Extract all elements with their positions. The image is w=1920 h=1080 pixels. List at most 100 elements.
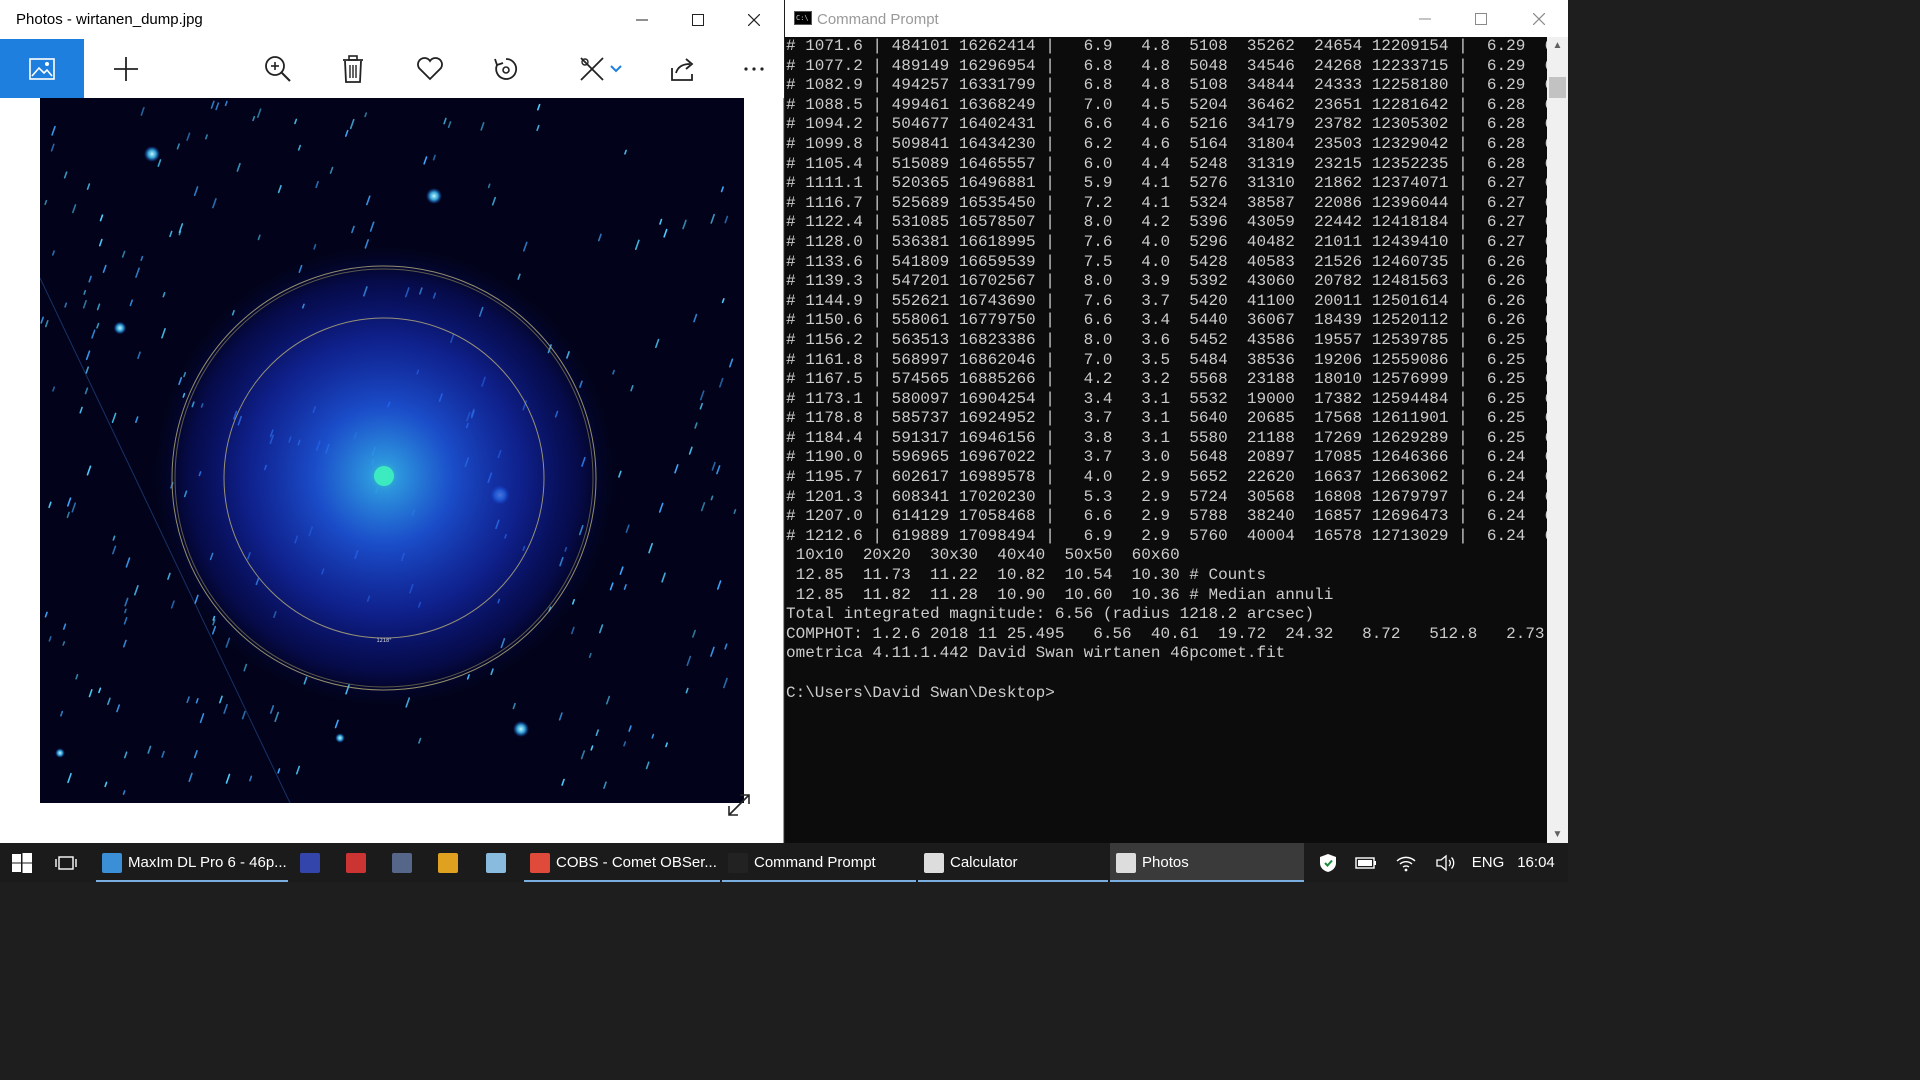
star-streak — [122, 790, 126, 795]
console-line: 12.85 11.82 11.28 10.90 10.60 10.36 # Me… — [786, 585, 1334, 604]
console-line: COMPHOT: 1.2.6 2018 11 25.495 6.56 40.61… — [786, 624, 1547, 643]
taskbar-item[interactable]: Photos — [1110, 843, 1304, 882]
console-line: # 1184.4 | 591317 16946156 | 3.8 3.1 558… — [786, 428, 1547, 447]
star-streak — [624, 149, 627, 155]
cmd-scrollbar[interactable]: ▲ ▼ — [1547, 37, 1568, 843]
star-streak — [733, 509, 737, 515]
star-streak — [83, 289, 87, 295]
aperture-scale-label: 1218" — [376, 638, 391, 644]
taskbar-item[interactable]: COBS - Comet OBSer... — [524, 843, 720, 882]
console-line: # 1150.6 | 558061 16779750 | 6.6 3.4 544… — [786, 311, 1547, 330]
console-line: 12.85 11.73 11.22 10.82 10.54 10.30 # Co… — [786, 566, 1267, 585]
taskbar-item-label: Calculator — [950, 854, 1018, 871]
close-icon — [1533, 12, 1545, 25]
console-line: # 1212.6 | 619889 17098494 | 6.9 2.9 576… — [786, 526, 1547, 545]
console-line: # 1116.7 | 525689 16535450 | 7.2 4.1 532… — [786, 193, 1547, 212]
console-line: # 1173.1 | 580097 16904254 | 3.4 3.1 553… — [786, 389, 1547, 408]
app-icon-4 — [438, 852, 458, 873]
task-view-icon — [55, 855, 77, 870]
console-line: 10x10 20x20 30x30 40x40 50x50 60x60 — [786, 546, 1180, 565]
edit-icon — [580, 56, 604, 81]
wifi-tray[interactable] — [1388, 843, 1424, 882]
bright-star — [113, 321, 127, 335]
taskbar-item-label: Command Prompt — [754, 854, 876, 871]
taskbar-item[interactable]: Calculator — [918, 843, 1108, 882]
zoom-in-button[interactable] — [256, 39, 300, 98]
console-line: # 1201.3 | 608341 17020230 | 5.3 2.9 572… — [786, 487, 1547, 506]
taskbar-item[interactable] — [476, 843, 516, 882]
battery-tray[interactable] — [1348, 843, 1384, 882]
cmd-window-title: Command Prompt — [817, 11, 939, 28]
taskbar-item[interactable]: MaxIm DL Pro 6 - 46p... — [96, 843, 288, 882]
delete-button[interactable] — [331, 39, 375, 98]
maximize-icon — [1475, 12, 1487, 25]
star-streak — [665, 742, 668, 748]
minimize-button[interactable] — [614, 0, 670, 39]
maxim-icon — [102, 852, 122, 873]
comet-nucleus — [374, 466, 394, 486]
cmd-close-button[interactable] — [1511, 0, 1567, 37]
rotate-button[interactable] — [484, 39, 528, 98]
volume-tray[interactable] — [1428, 843, 1464, 882]
clock[interactable]: 16:04 — [1512, 843, 1560, 882]
taskbar-item[interactable] — [338, 843, 374, 882]
bright-star — [55, 748, 65, 758]
cmd-console-output[interactable]: # 1071.6 | 484101 16262414 | 6.9 4.8 510… — [785, 37, 1547, 843]
bright-star — [513, 721, 529, 737]
delete-icon — [343, 54, 363, 83]
console-line: ometrica 4.11.1.442 David Swan wirtanen … — [786, 644, 1286, 663]
maximize-button[interactable] — [670, 0, 726, 39]
taskbar-item[interactable] — [384, 843, 420, 882]
favorite-icon — [417, 56, 443, 80]
scroll-down-icon[interactable]: ▼ — [1547, 826, 1568, 843]
defender-tray[interactable] — [1310, 843, 1346, 882]
fullscreen-button[interactable] — [724, 790, 754, 820]
console-line: Total integrated magnitude: 6.56 (radius… — [786, 605, 1315, 624]
star-streak — [487, 183, 491, 189]
cmd-maximize-button[interactable] — [1453, 0, 1509, 37]
taskbar-item[interactable]: Command Prompt — [722, 843, 916, 882]
taskbar-item[interactable] — [430, 843, 466, 882]
add-icon — [114, 56, 138, 81]
star-streak — [710, 495, 714, 501]
more-options-button[interactable] — [732, 39, 776, 98]
console-line: # 1071.6 | 484101 16262414 | 6.9 4.8 510… — [786, 37, 1547, 55]
home-button[interactable] — [0, 39, 84, 98]
favorite-button[interactable] — [408, 39, 452, 98]
command-prompt-window: C:\ Command Prompt # 1071.6 | 484101 162… — [785, 0, 1568, 843]
console-line: # 1207.0 | 614129 17058468 | 6.6 2.9 578… — [786, 507, 1547, 526]
close-button[interactable] — [726, 0, 782, 39]
comet-image-render: 1218" — [40, 98, 744, 803]
taskbar-item[interactable] — [292, 843, 328, 882]
cmd-icon — [728, 852, 748, 873]
zoom-in-icon — [265, 55, 291, 82]
input-language-indicator[interactable]: ENG — [1468, 843, 1508, 882]
console-line: # 1111.1 | 520365 16496881 | 5.9 4.1 527… — [786, 174, 1547, 193]
share-button[interactable] — [660, 39, 704, 98]
cmd-minimize-button[interactable] — [1397, 0, 1453, 37]
edit-create-button[interactable] — [574, 39, 626, 98]
scroll-up-icon[interactable]: ▲ — [1547, 37, 1568, 54]
star-streak — [62, 641, 66, 646]
task-view-button[interactable] — [46, 843, 86, 882]
start-button[interactable] — [0, 843, 44, 882]
bright-star — [335, 733, 345, 743]
photos-titlebar[interactable]: Photos - wirtanen_dump.jpg — [0, 0, 784, 39]
console-line: # 1139.3 | 547201 16702567 | 8.0 3.9 539… — [786, 272, 1547, 291]
app-icon-3 — [392, 852, 412, 873]
console-line: # 1105.4 | 515089 16465557 | 6.0 4.4 524… — [786, 154, 1547, 173]
calculator-icon — [924, 852, 944, 873]
shield-icon — [1320, 853, 1336, 872]
scrollbar-thumb[interactable] — [1549, 77, 1566, 98]
comet-image[interactable]: 1218" — [40, 98, 744, 803]
star-streak — [364, 112, 368, 118]
close-icon — [748, 13, 760, 26]
add-button[interactable] — [104, 39, 148, 98]
photos-window: Photos - wirtanen_dump.jpg 1218" — [0, 0, 784, 843]
cmd-titlebar[interactable]: C:\ Command Prompt — [785, 0, 1568, 37]
taskbar-item-label: COBS - Comet OBSer... — [556, 854, 717, 871]
app-icon-2 — [346, 852, 366, 873]
bright-star — [426, 188, 442, 204]
bright-star — [144, 146, 160, 162]
